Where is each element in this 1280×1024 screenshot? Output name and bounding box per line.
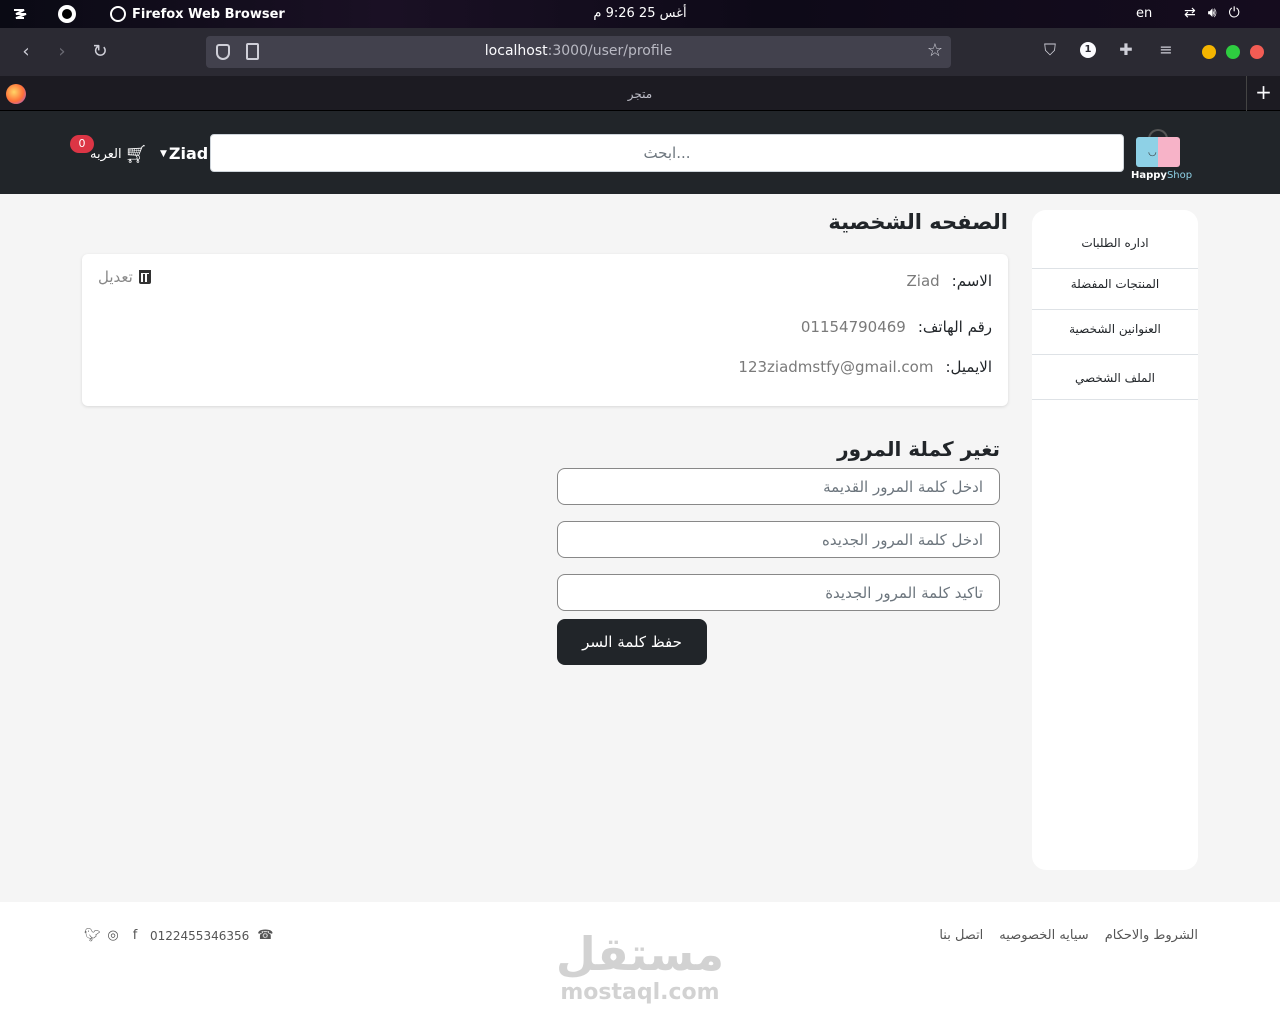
browser-toolbar: ‹ › ↻ localhost:3000/user/profile ☆ ⛉ 1 … [0,28,1280,76]
new-tab-button[interactable]: + [1246,76,1280,111]
os-top-bar: Firefox Web Browser أغس 25 9:26 م en ⇄ 🔊… [0,0,1280,28]
instagram-icon[interactable]: ◎ [106,928,120,943]
url-text[interactable]: localhost:3000/user/profile [206,43,951,59]
footer-link-terms[interactable]: الشروط والاحكام [1105,928,1198,943]
facebook-icon[interactable]: f [128,928,142,943]
activities-icon[interactable] [12,6,28,22]
new-password-input[interactable]: ادخل كلمة المرور الجديده [557,521,1000,558]
system-tray[interactable]: ⇄ 🔊︎ ⏻ [1184,5,1240,21]
watermark-arabic: مستقل [555,927,725,981]
firefox-app-icon [110,6,126,22]
watermark-latin: mostaql.com [560,980,720,1005]
email-value: 123ziadmstfy@gmail.com [738,358,934,376]
search-input[interactable]: ابحث... [210,134,1124,172]
name-label: الاسم: [951,272,992,290]
edit-profile-link[interactable]: تعديل [98,268,151,286]
pocket-icon[interactable]: ⛉ [1040,40,1060,60]
back-button[interactable]: ‹ [14,40,38,64]
reload-button[interactable]: ↻ [88,40,112,64]
profile-info-card: تعديل الاسم: Ziad رقم الهاتف: 0115479046… [82,254,1008,406]
logo-text: HappyShop [1131,170,1193,181]
save-password-button[interactable]: حفظ كلمة السر [557,619,707,665]
page-title: الصفحه الشخصية [828,210,1008,234]
ubuntu-icon[interactable] [58,5,76,23]
bookmark-star-icon[interactable]: ☆ [927,40,943,61]
tab-title[interactable]: متجر [0,87,1280,101]
forward-button[interactable]: › [50,40,74,64]
footer-phone: 0122455346356 [150,928,250,943]
phone-row: رقم الهاتف: 01154790469 [801,318,992,336]
user-menu-toggle[interactable]: ▼ Ziad [160,144,208,163]
phone-icon: ☎ [257,928,274,943]
active-app-name: Firefox Web Browser [132,6,285,22]
account-sidebar: اداره الطلبات المنتجات المفضلة العنوانين… [1032,210,1198,870]
clock[interactable]: أغس 25 9:26 م [560,6,720,21]
extensions-badge[interactable]: 1 [1080,42,1096,58]
footer-contact: 🐦︎ ◎ f 0122455346356 ☎ [84,928,274,943]
sidebar-item-orders[interactable]: اداره الطلبات [1032,228,1198,269]
active-app[interactable]: Firefox Web Browser [110,6,285,22]
site-logo[interactable]: ◡ HappyShop [1130,129,1192,181]
old-password-input[interactable]: ادخل كلمة المرور القديمة [557,468,1000,505]
window-controls [1202,45,1264,59]
menu-icon[interactable]: ≡ [1156,40,1176,60]
twitter-icon[interactable]: 🐦︎ [84,928,101,943]
minimize-button[interactable] [1202,45,1216,59]
toolbar-icons: ⛉ 1 ✚ ≡ [1040,40,1176,60]
site-footer: الشروط والاحكام سيايه الخصوصيه اتصل بنا … [0,902,1280,1024]
logo-face: ◡ [1148,147,1157,158]
watermark: مستقل mostaql.com [540,928,740,1005]
cart-link[interactable]: العربه 🛒︎ [90,144,147,165]
cart-count-badge: 0 [70,135,94,153]
footer-links: الشروط والاحكام سيايه الخصوصيه اتصل بنا [939,928,1198,943]
phone-label: رقم الهاتف: [917,318,992,336]
change-password-title: تغير كملة المرور [837,437,1000,461]
name-value: Ziad [906,272,940,290]
caret-down-icon: ▼ [160,148,167,159]
site-header: ◡ HappyShop ابحث... ▼ Ziad العربه 🛒︎ 0 [0,111,1280,194]
footer-link-contact[interactable]: اتصل بنا [939,928,983,943]
phone-value: 01154790469 [800,318,906,336]
email-label: الايميل: [945,358,992,376]
confirm-password-input[interactable]: تاكيد كلمة المرور الجديدة [557,574,1000,611]
user-name: Ziad [168,144,209,163]
logo-bag [1136,137,1180,167]
maximize-button[interactable] [1226,45,1240,59]
sidebar-item-addresses[interactable]: العنوانين الشخصية [1032,310,1198,355]
tab-strip: متجر + [0,76,1280,111]
close-window-button[interactable] [1250,45,1264,59]
network-icon[interactable]: ⇄ [1184,5,1196,21]
power-icon[interactable]: ⏻ [1229,5,1240,21]
email-row: الايميل: 123ziadmstfy@gmail.com [738,358,992,376]
cart-icon: 🛒︎ [124,144,148,165]
cart-label: العربه [90,147,122,162]
edit-label: تعديل [98,268,133,286]
address-bar[interactable]: localhost:3000/user/profile ☆ [206,36,951,68]
volume-icon[interactable]: 🔊︎ [1208,5,1217,21]
name-row: الاسم: Ziad [907,272,993,290]
footer-link-privacy[interactable]: سيايه الخصوصيه [999,928,1088,943]
sidebar-item-profile[interactable]: الملف الشخصي [1032,355,1198,400]
input-language[interactable]: en [1136,6,1152,21]
sidebar-item-favorites[interactable]: المنتجات المفضلة [1032,269,1198,310]
trash-icon[interactable] [138,270,151,284]
extensions-icon[interactable]: ✚ [1116,40,1136,60]
